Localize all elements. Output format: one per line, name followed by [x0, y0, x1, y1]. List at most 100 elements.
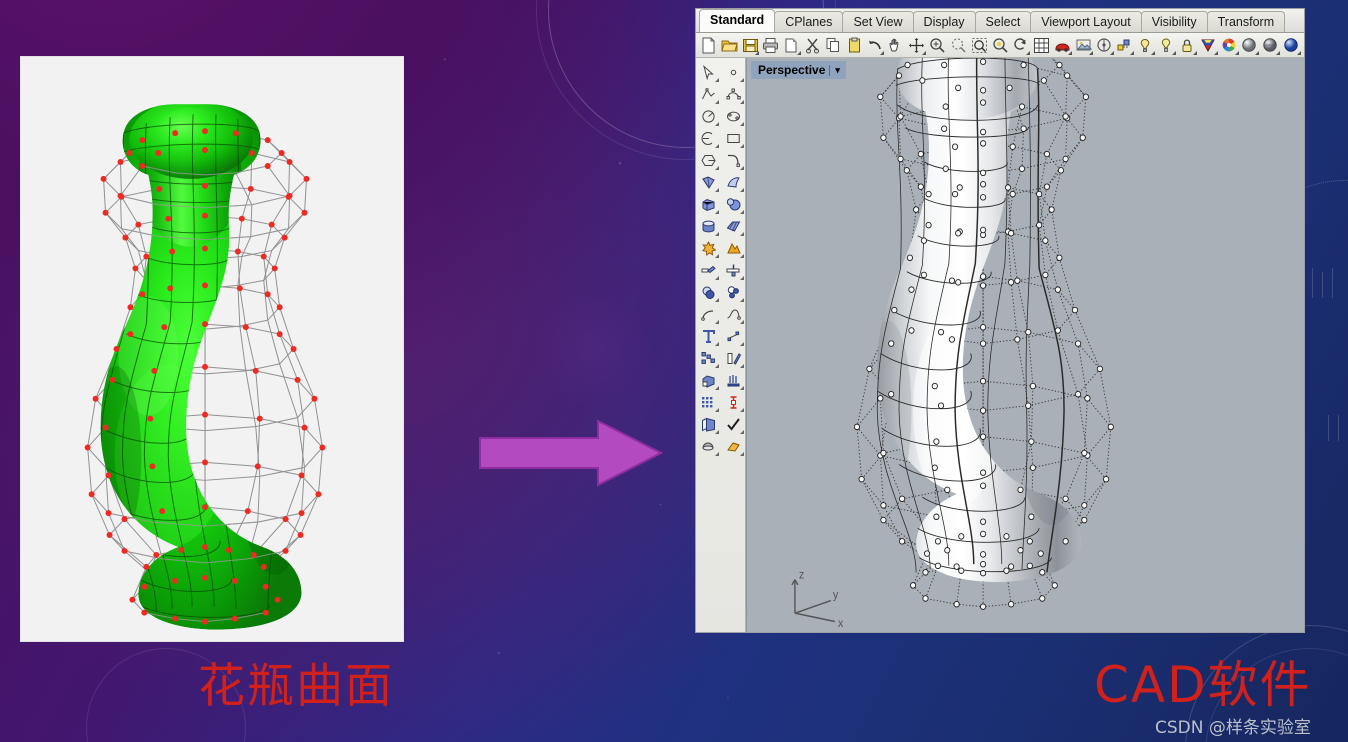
- trim-icon[interactable]: [696, 259, 721, 281]
- offset-icon[interactable]: [721, 347, 746, 369]
- light-bulb-icon[interactable]: [1156, 35, 1177, 56]
- array-icon[interactable]: [696, 347, 721, 369]
- arc-icon[interactable]: [696, 127, 721, 149]
- named-position-icon[interactable]: [1135, 35, 1156, 56]
- decorative-tick: [1328, 415, 1329, 441]
- axis-label-y: y: [833, 589, 839, 601]
- cut-icon[interactable]: [802, 35, 823, 56]
- open-folder-icon[interactable]: [719, 35, 740, 56]
- shade-object-icon[interactable]: [696, 435, 721, 457]
- cad-body: Perspective ▾: [696, 58, 1304, 632]
- render-sphere-blue-icon[interactable]: [1281, 35, 1302, 56]
- cad-tab-bar: Standard CPlanes Set View Display Select…: [696, 9, 1304, 33]
- mesh-plane-icon[interactable]: [721, 215, 746, 237]
- decorative-label: [0, 0, 4, 12]
- explode-icon[interactable]: [696, 237, 721, 259]
- cap-solid-icon[interactable]: [696, 369, 721, 391]
- viewport-canvas[interactable]: z y x: [747, 58, 1304, 632]
- blend-curve-icon[interactable]: [721, 303, 746, 325]
- control-point-curve-icon[interactable]: [721, 83, 746, 105]
- paste-icon[interactable]: [844, 35, 865, 56]
- point-icon[interactable]: [721, 61, 746, 83]
- free-form-curve-icon[interactable]: [721, 149, 746, 171]
- tab-select[interactable]: Select: [975, 11, 1032, 32]
- material-icon[interactable]: [1198, 35, 1219, 56]
- cad-viewport[interactable]: Perspective ▾: [746, 58, 1304, 632]
- circle-icon[interactable]: [696, 105, 721, 127]
- render-car-icon[interactable]: [1073, 35, 1094, 56]
- copy-icon[interactable]: [823, 35, 844, 56]
- csdn-watermark: CSDN @样条实验室: [1155, 713, 1311, 738]
- polygon-icon[interactable]: [696, 149, 721, 171]
- zoom-dynamic-icon[interactable]: [1010, 35, 1031, 56]
- chevron-down-icon[interactable]: ▾: [829, 65, 840, 76]
- check-valid-icon[interactable]: [721, 413, 746, 435]
- vase-surface-image: [20, 56, 404, 642]
- fillet-curve-icon[interactable]: [696, 303, 721, 325]
- surface-from-points-icon[interactable]: [696, 171, 721, 193]
- boolean-difference-icon[interactable]: [721, 281, 746, 303]
- left-caption: 花瓶曲面: [198, 663, 394, 710]
- slide-canvas: Standard CPlanes Set View Display Select…: [0, 0, 1348, 742]
- print-icon[interactable]: [760, 35, 781, 56]
- sphere-solid-icon[interactable]: [721, 193, 746, 215]
- copy-to-clipboard-icon[interactable]: [781, 35, 802, 56]
- polyline-icon[interactable]: [696, 83, 721, 105]
- cad-toolbar: [696, 33, 1304, 58]
- zoom-window-icon[interactable]: [948, 35, 969, 56]
- lock-icon[interactable]: [1177, 35, 1198, 56]
- decorative-tick: [1332, 268, 1333, 298]
- ellipse-icon[interactable]: [721, 105, 746, 127]
- zoom-selected-icon[interactable]: [969, 35, 990, 56]
- grid-array-icon[interactable]: [696, 391, 721, 413]
- tab-viewport-layout[interactable]: Viewport Layout: [1030, 11, 1141, 32]
- loft-icon[interactable]: [721, 369, 746, 391]
- decorative-tick: [1322, 272, 1323, 298]
- new-file-icon[interactable]: [698, 35, 719, 56]
- render-sphere-gray-icon[interactable]: [1240, 35, 1261, 56]
- cad-application-window: Standard CPlanes Set View Display Select…: [695, 8, 1305, 633]
- right-caption: CAD软件: [1094, 660, 1312, 710]
- axis-label-z: z: [799, 569, 805, 581]
- axis-label-x: x: [838, 618, 844, 630]
- tab-display[interactable]: Display: [913, 11, 976, 32]
- tab-visibility[interactable]: Visibility: [1141, 11, 1208, 32]
- transition-arrow: [478, 418, 663, 488]
- undo-icon[interactable]: [865, 35, 886, 56]
- save-icon[interactable]: [740, 35, 761, 56]
- shade-icon[interactable]: [1115, 35, 1136, 56]
- render-preview-icon[interactable]: [1094, 35, 1115, 56]
- box-solid-icon[interactable]: [696, 193, 721, 215]
- decorative-tick: [1312, 268, 1313, 298]
- zoom-target-icon[interactable]: [990, 35, 1011, 56]
- rectangle-icon[interactable]: [721, 127, 746, 149]
- pan-hand-icon[interactable]: [885, 35, 906, 56]
- cylinder-solid-icon[interactable]: [696, 215, 721, 237]
- cad-tool-sidebar: [696, 58, 746, 632]
- layer-icon[interactable]: [696, 413, 721, 435]
- color-wheel-icon[interactable]: [1219, 35, 1240, 56]
- rotate-view-icon[interactable]: [1031, 35, 1052, 56]
- render-sphere-shaded-icon[interactable]: [1260, 35, 1281, 56]
- zoom-in-icon[interactable]: [927, 35, 948, 56]
- select-arrow-icon[interactable]: [696, 61, 721, 83]
- point-edit-icon[interactable]: [721, 325, 746, 347]
- decorative-tick: [1338, 415, 1339, 441]
- cad-vase-model: z y x: [747, 58, 1304, 632]
- surface-sweep-icon[interactable]: [721, 171, 746, 193]
- tab-cplanes[interactable]: CPlanes: [774, 11, 843, 32]
- text-tool-icon[interactable]: [696, 325, 721, 347]
- green-vase-render: [21, 57, 403, 641]
- viewport-title-label: Perspective: [758, 63, 825, 77]
- tab-transform[interactable]: Transform: [1207, 11, 1286, 32]
- dimension-icon[interactable]: [721, 391, 746, 413]
- tab-set-view[interactable]: Set View: [842, 11, 913, 32]
- grid-snap-icon[interactable]: [1052, 35, 1073, 56]
- tab-standard[interactable]: Standard: [699, 9, 775, 32]
- boolean-split-icon[interactable]: [721, 237, 746, 259]
- join-icon[interactable]: [721, 259, 746, 281]
- viewport-title-bar[interactable]: Perspective ▾: [751, 61, 846, 79]
- zoom-extents-icon[interactable]: [906, 35, 927, 56]
- render-object-icon[interactable]: [721, 435, 746, 457]
- boolean-union-icon[interactable]: [696, 281, 721, 303]
